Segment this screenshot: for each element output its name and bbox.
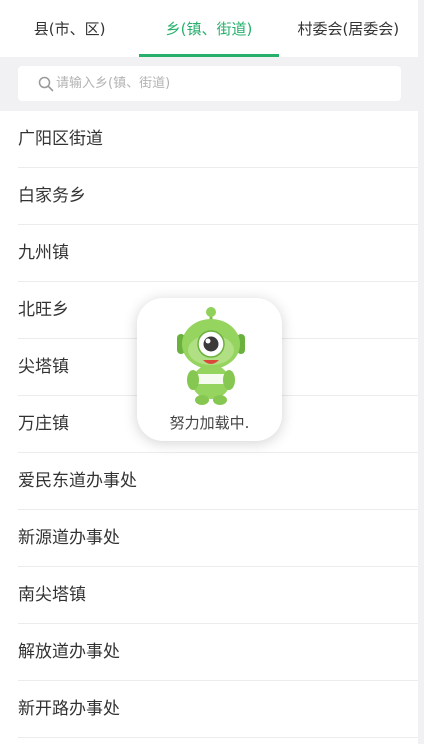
list-item[interactable]: 广阳区街道 <box>0 111 418 168</box>
tab-village-committee[interactable]: 村委会(居委会) <box>279 0 418 57</box>
loading-text: 努力加载中. <box>169 414 250 432</box>
loading-toast: 努力加载中. <box>137 298 282 441</box>
list-item[interactable]: 南尖塔镇 <box>0 567 418 624</box>
search-box[interactable] <box>18 66 401 101</box>
tab-bar: 县(市、区) 乡(镇、街道) 村委会(居委会) <box>0 0 418 57</box>
tab-county[interactable]: 县(市、区) <box>0 0 139 57</box>
search-bar <box>0 57 418 111</box>
tab-township[interactable]: 乡(镇、街道) <box>139 0 279 57</box>
scrollbar[interactable] <box>418 0 424 744</box>
list-item[interactable]: 九州镇 <box>0 225 418 282</box>
list-item[interactable]: 新源道办事处 <box>0 510 418 567</box>
green-robot-mascot-icon <box>177 307 245 405</box>
app-root: 县(市、区) 乡(镇、街道) 村委会(居委会) 广阳区街道 白家务乡 九州镇 北… <box>0 0 424 744</box>
search-input[interactable] <box>56 76 386 91</box>
list-item[interactable]: 爱民东道办事处 <box>0 453 418 510</box>
list-item[interactable]: 新开路办事处 <box>0 681 418 738</box>
list-item[interactable]: 解放道办事处 <box>0 624 418 681</box>
search-icon <box>38 76 54 92</box>
list-item[interactable]: 白家务乡 <box>0 168 418 225</box>
